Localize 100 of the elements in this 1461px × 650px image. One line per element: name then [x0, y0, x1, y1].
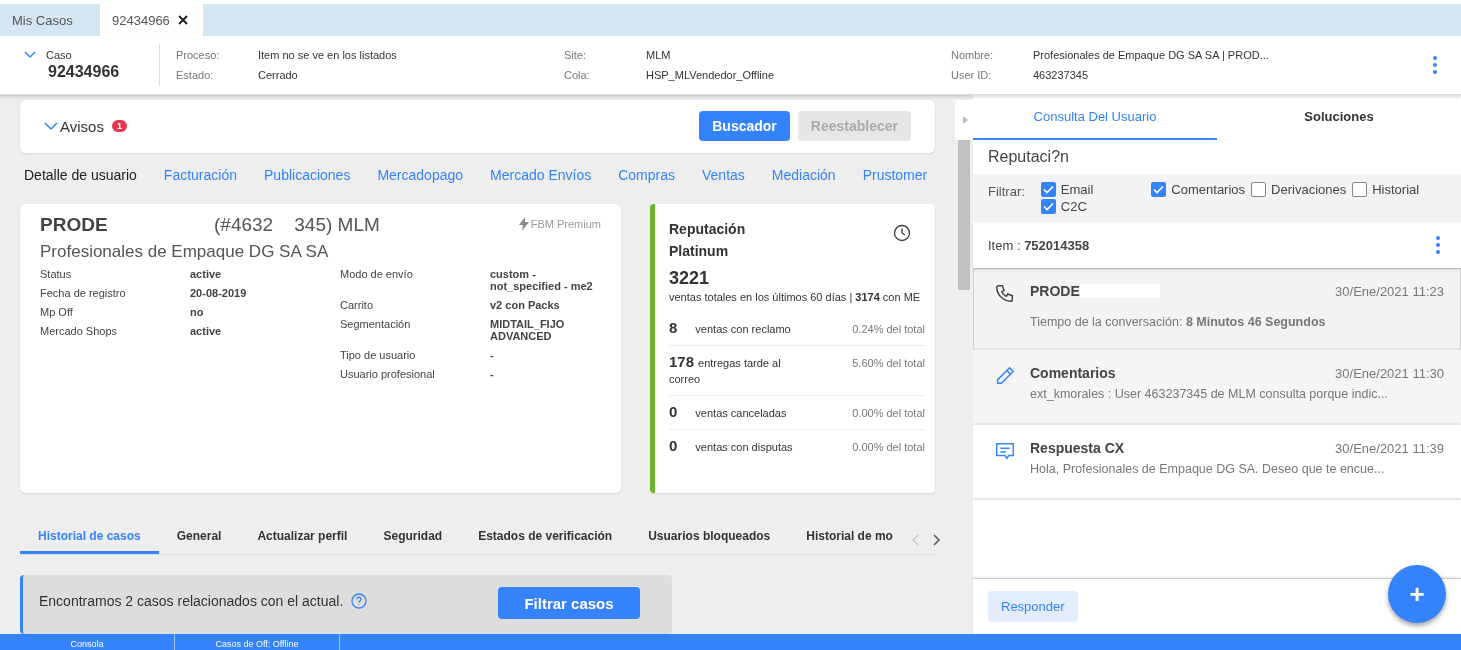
field-value: v2 con Packs — [490, 298, 561, 311]
message-preview: Hola, Profesionales de Empaque DG SA. Deseo que te encue... — [1030, 462, 1386, 476]
section-tab[interactable]: Historial de mo — [788, 529, 911, 555]
chevron-right-icon[interactable] — [932, 534, 941, 547]
add-button[interactable]: + — [1388, 565, 1446, 623]
field-label: Tipo de usuario — [340, 348, 417, 361]
message-title: PRODE — [1030, 283, 1080, 299]
field-label: Proceso: — [176, 49, 221, 61]
section-tab[interactable]: General — [158, 529, 240, 555]
stat-percent: 5.60% del total — [852, 355, 925, 369]
message-title: Comentarios — [1030, 365, 1116, 381]
field-value: active — [190, 267, 223, 280]
message-item[interactable]: PRODE 30/Ene/2021 11:23 Tiempo de la conversación: 8 Minutos 46 Segundos — [973, 268, 1461, 350]
field-value: Cerrado — [258, 69, 299, 81]
message-date: 30/Ene/2021 11:30 — [1335, 365, 1444, 381]
stat-label: 8 ventas con reclamo — [669, 319, 792, 337]
case-tab[interactable]: 92434966 — [100, 4, 203, 36]
filter-checkbox[interactable]: Historial — [1352, 182, 1420, 197]
section-tab[interactable]: Usuarios bloqueados — [630, 529, 789, 555]
chevron-down-icon[interactable] — [24, 51, 36, 59]
sales-description: ventas totales en los últimos 60 días | 3174 con ME — [669, 289, 922, 305]
footer-tab[interactable]: Casos de Off: Offline — [175, 634, 340, 650]
field-value: MIDTAIL_FIJO ADVANCED — [490, 317, 566, 342]
field-label: Nombre: — [951, 49, 995, 61]
case-label: Caso — [46, 49, 72, 61]
fbm-badge: FBM Premium — [518, 216, 601, 231]
pencil-icon — [994, 365, 1016, 387]
field-value: Profesionales de Empaque DG SA SA | PROD... — [1033, 49, 1270, 61]
field-label: Site: — [564, 49, 587, 61]
phone-icon — [994, 283, 1016, 305]
message-preview: Tiempo de la conversación: 8 Minutos 46 Segundos — [1030, 315, 1327, 329]
check-icon — [1042, 185, 1054, 194]
field-label: Mercado Shops — [40, 324, 119, 337]
related-cases-text: Encontramos 2 casos relacionados con el actual. — [39, 593, 344, 610]
field-label: Fecha de registro — [40, 286, 127, 299]
item-id: Item : 752014358 — [988, 237, 1090, 253]
filter-checkbox[interactable]: Derivaciones — [1251, 182, 1347, 197]
message-item[interactable]: Comentarios 30/Ene/2021 11:30 ext_kmorales : User 463237345 de MLM consulta porque indic... — [973, 350, 1461, 425]
field-label: Modo de envío — [340, 267, 414, 282]
field-label: User ID: — [951, 69, 993, 81]
field-value: - — [490, 367, 495, 380]
chevron-down-icon[interactable] — [44, 121, 58, 131]
avisos-toggle[interactable]: Avisos — [44, 117, 104, 135]
user-id: (#4632 345) MLM — [214, 213, 380, 236]
filter-label: Filtrar: — [988, 184, 1025, 201]
message-date: 30/Ene/2021 11:39 — [1335, 440, 1444, 456]
reputation-title: Reputación Platinum — [669, 219, 747, 261]
field-value: 463237345 — [1033, 69, 1090, 81]
field-value: MLM — [646, 49, 672, 61]
field-value: custom - not_specified - me2 — [490, 267, 594, 292]
more-icon[interactable] — [1436, 236, 1440, 254]
panel-tab[interactable]: Soluciones — [1217, 95, 1461, 140]
field-label: Segmentación — [340, 317, 412, 332]
stat-label: 0 ventas con disputas — [669, 437, 794, 455]
filter-checkbox[interactable]: C2C — [1040, 199, 1087, 214]
field-value: - — [490, 348, 495, 361]
field-label: Estado: — [176, 69, 215, 81]
more-icon[interactable] — [1433, 56, 1437, 74]
sales-total: 3221 — [669, 267, 711, 289]
field-value: HSP_MLVendedor_Offline — [646, 69, 775, 81]
case-number: 92434966 — [48, 63, 121, 81]
stat-percent: 0.00% del total — [852, 405, 925, 419]
section-tab[interactable]: Actualizar perfil — [239, 529, 366, 555]
field-label: Mp Off — [40, 305, 74, 318]
scrollbar-thumb[interactable] — [958, 140, 970, 290]
message-title: Respuesta CX — [1030, 440, 1125, 456]
field-label: Carrito — [340, 298, 374, 311]
nav-link[interactable]: Detalle de usuario — [24, 166, 137, 196]
field-value: 20-08-2019 — [190, 286, 248, 299]
message-icon — [994, 440, 1016, 462]
field-label: Usuario profesional — [340, 367, 436, 380]
help-icon[interactable] — [351, 593, 368, 610]
field-label: Cola: — [564, 69, 591, 81]
filter-checkbox[interactable]: Comentarios — [1151, 182, 1246, 197]
section-tab[interactable]: Seguridad — [365, 529, 461, 555]
stat-label: 0 ventas canceladas — [669, 403, 788, 421]
message-date: 30/Ene/2021 11:23 — [1335, 283, 1444, 299]
topic-title: Reputaci?n — [987, 147, 1070, 167]
close-icon[interactable] — [177, 15, 188, 25]
stat-percent: 0.00% del total — [852, 439, 925, 453]
section-tab[interactable]: Estados de verificación — [460, 529, 631, 555]
stat-percent: 0.24% del total — [852, 321, 925, 335]
caret-right-icon[interactable] — [962, 116, 968, 124]
message-preview: ext_kmorales : User 463237345 de MLM consulta porque indic... — [1030, 387, 1389, 401]
field-value: Item no se ve en los listados — [258, 49, 398, 61]
footer-tab[interactable]: Consola — [0, 634, 175, 650]
action-button[interactable]: Buscador — [699, 111, 790, 142]
panel-tab[interactable]: Consulta Del Usuario — [973, 95, 1217, 140]
check-icon — [1042, 202, 1054, 211]
filter-cases-button[interactable]: Filtrar casos — [498, 587, 640, 620]
field-value: active — [190, 324, 223, 337]
panel-toggle[interactable] — [955, 100, 975, 140]
user-nickname: PRODE — [40, 213, 109, 236]
check-icon — [1153, 185, 1165, 194]
clock-icon[interactable] — [893, 223, 911, 242]
field-label: Status — [40, 267, 73, 280]
count-badge: 1 — [111, 120, 127, 133]
stat-label: 178 entregas tarde al correo — [669, 353, 782, 387]
user-name: Profesionales de Empaque DG SA SA — [40, 241, 330, 262]
filter-checkbox[interactable]: Email — [1040, 182, 1094, 197]
